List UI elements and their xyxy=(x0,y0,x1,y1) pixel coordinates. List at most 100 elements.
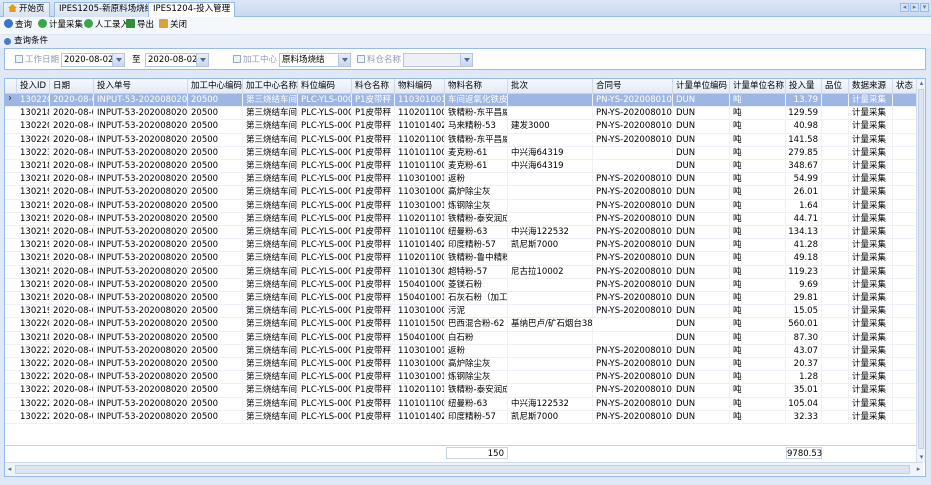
table-row[interactable]: 13022222020-08-02INPUT-53-20200802003520… xyxy=(5,358,917,372)
column-header-5[interactable]: 加工中心名称 xyxy=(243,79,298,94)
horizontal-scroll-thumb[interactable] xyxy=(15,465,910,474)
table-row[interactable]: 13021982020-08-02INPUT-53-20200802002720… xyxy=(5,292,917,306)
table-cell: 吨 xyxy=(730,278,786,292)
scroll-down-icon[interactable]: ▾ xyxy=(917,453,925,462)
column-header-4[interactable]: 加工中心编码 xyxy=(188,79,243,94)
table-cell: P1皮带秤 xyxy=(352,94,395,107)
table-cell xyxy=(822,410,849,424)
column-header-17[interactable]: 状态 xyxy=(893,79,917,94)
column-header-13[interactable]: 计量单位名称 xyxy=(730,79,786,94)
column-header-9[interactable]: 物料名称 xyxy=(445,79,508,94)
table-row[interactable]: 13022032020-08-02INPUT-53-20200802003220… xyxy=(5,133,917,147)
row-marker xyxy=(5,107,16,120)
bin-select[interactable] xyxy=(403,53,473,67)
tab-scroll-left-icon[interactable]: ◂ xyxy=(900,3,909,12)
query-button[interactable]: 查询 xyxy=(4,19,32,32)
table-row[interactable]: 13022022020-08-02INPUT-53-20200802003120… xyxy=(5,120,917,134)
table-row[interactable]: 13021922020-08-02INPUT-53-20200802002120… xyxy=(5,212,917,226)
measure-button[interactable]: 计量采集 xyxy=(38,19,83,32)
table-row[interactable]: 13021952020-08-02INPUT-53-20200802002420… xyxy=(5,252,917,266)
table-cell: 石灰石粉（加工） xyxy=(445,292,508,305)
chevron-down-icon[interactable] xyxy=(338,54,350,66)
column-header-10[interactable]: 批次 xyxy=(508,79,593,94)
column-header-12[interactable]: 计量单位编码 xyxy=(673,79,730,94)
table-row[interactable]: 13021932020-08-02INPUT-53-20200802002220… xyxy=(5,226,917,240)
table-cell xyxy=(822,107,849,121)
column-header-7[interactable]: 料仓名称 xyxy=(352,79,395,94)
tab-menu-icon[interactable]: ▾ xyxy=(920,3,929,12)
date-from-input[interactable]: 2020-08-02 xyxy=(61,53,125,67)
table-row[interactable]: 13021882020-08-02INPUT-53-20200802001720… xyxy=(5,331,917,345)
column-header-8[interactable]: 物料编码 xyxy=(395,79,445,94)
table-row[interactable]: 13022042020-08-02INPUT-53-20200802003320… xyxy=(5,318,917,332)
center-checkbox[interactable] xyxy=(233,55,241,63)
table-cell xyxy=(822,199,849,213)
column-header-14[interactable]: 投入量 xyxy=(786,79,822,94)
scroll-left-icon[interactable]: ◂ xyxy=(5,465,14,474)
bin-checkbox[interactable] xyxy=(357,55,365,63)
work-date-checkbox[interactable] xyxy=(15,55,23,63)
scroll-up-icon[interactable]: ▴ xyxy=(917,79,925,88)
table-cell: PLC-YLS-0001 xyxy=(298,265,352,279)
table-row[interactable]: 13021962020-08-02INPUT-53-20200802002520… xyxy=(5,265,917,279)
table-cell: 1302204 xyxy=(17,318,50,332)
scroll-right-icon[interactable]: ▸ xyxy=(914,465,923,474)
table-row[interactable]: 13021942020-08-02INPUT-53-20200802002320… xyxy=(5,239,917,253)
table-row[interactable]: 13022002020-08-02INPUT-53-20200802002920… xyxy=(5,93,917,108)
table-row[interactable]: 13022252020-08-02INPUT-53-20200802003820… xyxy=(5,397,917,411)
table-row[interactable]: 13022262020-08-02INPUT-53-20200802003920… xyxy=(5,410,917,424)
date-to-input[interactable]: 2020-08-02 xyxy=(145,53,209,67)
tab-home[interactable]: 开始页 xyxy=(3,2,50,17)
table-row[interactable]: 13021992020-08-02INPUT-53-20200802002820… xyxy=(5,305,917,319)
table-cell xyxy=(822,212,849,226)
vertical-scroll-thumb[interactable] xyxy=(918,89,924,449)
calendar-dropdown-icon[interactable] xyxy=(112,54,124,66)
tab-scroll-right-icon[interactable]: ▸ xyxy=(910,3,919,12)
center-label[interactable]: 加工中心 xyxy=(233,54,277,66)
horizontal-scrollbar[interactable]: ◂ ▸ xyxy=(5,462,923,476)
work-date-label[interactable]: 工作日期 xyxy=(15,54,59,66)
table-row[interactable]: 13021902020-08-02INPUT-53-20200802001920… xyxy=(5,186,917,200)
column-header-2[interactable]: 日期 xyxy=(50,79,94,94)
table-cell: 2020-08-02 xyxy=(50,305,94,319)
table-cell xyxy=(893,305,917,319)
table-cell: P1皮带秤 xyxy=(352,252,395,266)
table-row[interactable]: 13022362020-08-02INPUT-53-20200802004920… xyxy=(5,146,917,160)
column-header-1[interactable]: 投入ID xyxy=(17,79,50,94)
table-cell: PLC-YLS-0001 xyxy=(298,173,352,187)
table-cell xyxy=(893,397,917,411)
table-cell: INPUT-53-202008020036 xyxy=(94,371,188,385)
calendar-dropdown-icon[interactable] xyxy=(196,54,208,66)
bin-label[interactable]: 料仓名称 xyxy=(357,54,401,66)
column-header-6[interactable]: 料位编码 xyxy=(298,79,352,94)
table-row[interactable]: 13021912020-08-02INPUT-53-20200802002020… xyxy=(5,199,917,213)
summary-total-qty: 9780.53 xyxy=(786,447,823,459)
close-button[interactable]: 关闭 xyxy=(159,19,187,32)
table-row[interactable]: 13022242020-08-02INPUT-53-20200802003720… xyxy=(5,384,917,398)
column-header-16[interactable]: 数据来源 xyxy=(849,79,893,94)
table-row[interactable]: 13021972020-08-02INPUT-53-20200802002620… xyxy=(5,278,917,292)
collapse-icon[interactable] xyxy=(4,38,11,45)
table-row[interactable]: 13022232020-08-02INPUT-53-20200802003620… xyxy=(5,371,917,385)
table-row[interactable]: 13022212020-08-02INPUT-53-20200802003420… xyxy=(5,344,917,358)
table-cell: 1103010019 xyxy=(395,173,445,187)
table-cell: 20500 xyxy=(188,344,243,358)
table-row[interactable]: 13021892020-08-02INPUT-53-20200802001820… xyxy=(5,173,917,187)
column-header-11[interactable]: 合同号 xyxy=(593,79,673,94)
chevron-down-icon[interactable] xyxy=(460,54,472,66)
table-cell: 高炉除尘灰 xyxy=(445,358,508,371)
vertical-scrollbar[interactable]: ▴ ▾ xyxy=(916,79,925,462)
column-header-3[interactable]: 投入单号 xyxy=(94,79,188,94)
table-row[interactable]: 13021862020-08-02INPUT-53-20200802001520… xyxy=(5,107,917,121)
table-row[interactable]: 13021872020-08-02INPUT-53-20200802001620… xyxy=(5,160,917,174)
export-button[interactable]: 导出 xyxy=(126,19,154,32)
tab-ipes1204[interactable]: IPES1204-投入管理 xyxy=(148,2,236,18)
manual-entry-button[interactable]: 人工录入 xyxy=(84,19,129,32)
table-cell: 吨 xyxy=(730,107,786,121)
column-header-15[interactable]: 品位 xyxy=(822,79,849,94)
query-panel-header[interactable]: 查询条件 xyxy=(0,35,931,48)
table-cell: P1皮带秤 xyxy=(352,331,395,345)
table-cell: 1101014022 xyxy=(395,239,445,253)
table-cell xyxy=(593,318,673,332)
center-select[interactable]: 原料场烧结 xyxy=(279,53,351,67)
